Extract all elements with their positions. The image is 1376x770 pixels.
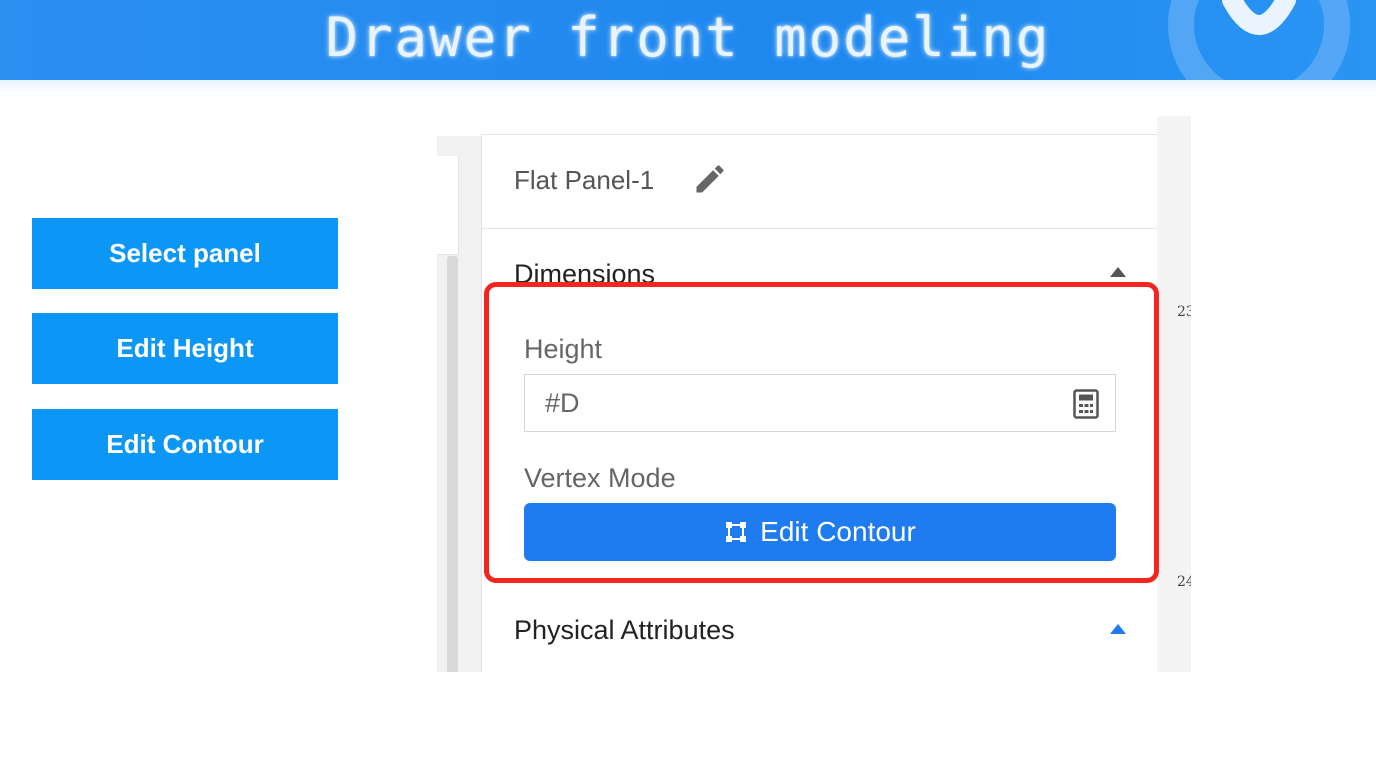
dimensions-section-title[interactable]: Dimensions [514,259,655,290]
banner-shadow [0,80,1376,94]
calculator-icon[interactable] [1073,389,1099,419]
height-label: Height [524,334,603,364]
edit-contour-button[interactable]: Edit Contour [524,503,1116,561]
viewport-edge [437,136,481,672]
height-value: #D [545,388,580,418]
panel-title: Flat Panel-1 [514,165,655,195]
ruler-label-top: 23 [1177,304,1191,320]
edit-contour-label: Edit Contour [760,516,916,547]
edit-contour-step-button[interactable]: Edit Contour [32,409,338,480]
viewport-card [437,156,459,255]
ruler-label-bottom: 24 [1177,574,1191,590]
contour-icon [726,522,747,542]
header-banner: Drawer front modeling [0,0,1376,80]
height-input[interactable]: #D [524,374,1116,432]
viewport-scrollbar[interactable] [447,256,458,672]
title-divider [482,228,1158,229]
physical-attributes-caret-up-icon[interactable] [1110,624,1126,634]
properties-panel: Flat Panel-1 Dimensions Height #D Vertex… [481,134,1158,672]
select-panel-button[interactable]: Select panel [32,218,338,289]
edit-height-button[interactable]: Edit Height [32,313,338,384]
banner-title: Drawer front modeling [325,6,1051,69]
vertex-mode-label: Vertex Mode [524,463,676,493]
app-screenshot: Flat Panel-1 Dimensions Height #D Vertex… [437,116,1191,672]
physical-attributes-section-title[interactable]: Physical Attributes [514,615,735,646]
pencil-icon[interactable] [692,161,728,197]
dimensions-collapse-caret-up-icon[interactable] [1110,267,1126,277]
